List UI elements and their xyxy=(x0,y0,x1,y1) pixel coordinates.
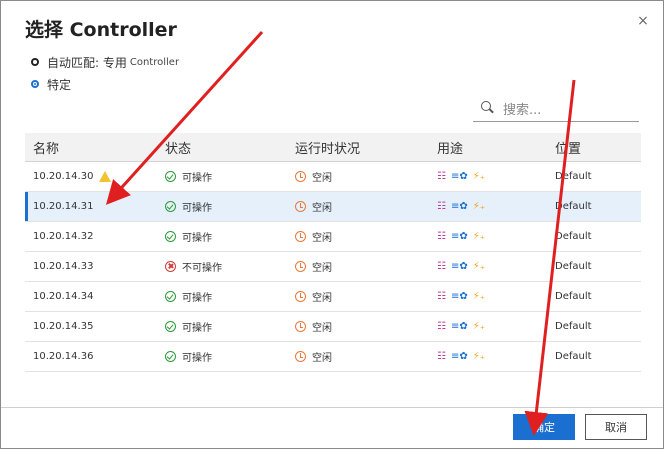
row-location: Default xyxy=(555,171,592,182)
sliders-icon: ☷ xyxy=(437,291,446,302)
idle-clock-icon xyxy=(295,171,306,182)
idle-clock-icon xyxy=(295,201,306,212)
warning-icon xyxy=(99,171,112,182)
radio-unselected-icon xyxy=(31,58,39,66)
row-name: 10.20.14.30 xyxy=(33,171,94,182)
radio-auto-suffix: Controller xyxy=(129,56,180,68)
sliders-icon: ☷ xyxy=(437,261,446,272)
controller-dialog: 选择 Controller × 自动匹配: 专用 Controller 特定 搜… xyxy=(0,0,664,449)
row-name: 10.20.14.35 xyxy=(33,321,94,332)
radio-specific[interactable]: 特定 xyxy=(31,75,71,93)
sliders-icon: ☷ xyxy=(437,321,446,332)
row-status: 可操作 xyxy=(182,323,212,334)
error-status-icon xyxy=(165,261,176,272)
row-runtime: 空闲 xyxy=(312,173,332,184)
ok-status-icon xyxy=(165,351,176,362)
ok-status-icon xyxy=(165,231,176,242)
radio-selected-icon xyxy=(31,80,39,88)
bolt-icon: ⚡₊ xyxy=(472,351,486,362)
ok-status-icon xyxy=(165,201,176,212)
cancel-button[interactable]: 取消 xyxy=(585,414,647,440)
table-row[interactable]: 10.20.14.36 可操作 空闲 ☷ ≡✿ ⚡₊ Default xyxy=(25,342,641,372)
gear-icon: ≡✿ xyxy=(450,171,468,182)
row-runtime: 空闲 xyxy=(312,263,332,274)
row-status: 不可操作 xyxy=(182,263,222,274)
footer-divider xyxy=(1,407,663,408)
row-runtime: 空闲 xyxy=(312,293,332,304)
idle-clock-icon xyxy=(295,231,306,242)
row-name: 10.20.14.33 xyxy=(33,261,94,272)
bolt-icon: ⚡₊ xyxy=(472,291,486,302)
sliders-icon: ☷ xyxy=(437,351,446,362)
row-status: 可操作 xyxy=(182,353,212,364)
gear-icon: ≡✿ xyxy=(450,291,468,302)
row-status: 可操作 xyxy=(182,173,212,184)
column-header-name[interactable]: 名称 xyxy=(25,138,165,157)
idle-clock-icon xyxy=(295,261,306,272)
table-row[interactable]: 10.20.14.32 可操作 空闲 ☷ ≡✿ ⚡₊ Default xyxy=(25,222,641,252)
row-name: 10.20.14.34 xyxy=(33,291,94,302)
radio-auto-match[interactable]: 自动匹配: 专用 Controller xyxy=(31,53,179,71)
table-row[interactable]: 10.20.14.34 可操作 空闲 ☷ ≡✿ ⚡₊ Default xyxy=(25,282,641,312)
table-row[interactable]: 10.20.14.33 不可操作 空闲 ☷ ≡✿ ⚡₊ Default xyxy=(25,252,641,282)
search-placeholder: 搜索... xyxy=(503,102,542,118)
radio-specific-label: 特定 xyxy=(47,77,72,92)
search-input[interactable]: 搜索... xyxy=(473,95,639,122)
row-location: Default xyxy=(555,291,592,302)
bolt-icon: ⚡₊ xyxy=(472,231,486,242)
dialog-title: 选择 Controller xyxy=(25,19,177,41)
row-location: Default xyxy=(555,321,592,332)
row-status: 可操作 xyxy=(182,233,212,244)
table-header: 名称 状态 运行时状况 用途 位置 xyxy=(25,133,641,162)
column-header-runtime[interactable]: 运行时状况 xyxy=(295,138,437,157)
gear-icon: ≡✿ xyxy=(450,261,468,272)
gear-icon: ≡✿ xyxy=(450,321,468,332)
gear-icon: ≡✿ xyxy=(450,231,468,242)
row-runtime: 空闲 xyxy=(312,203,332,214)
gear-icon: ≡✿ xyxy=(450,351,468,362)
idle-clock-icon xyxy=(295,321,306,332)
ok-status-icon xyxy=(165,321,176,332)
bolt-icon: ⚡₊ xyxy=(472,171,486,182)
row-name: 10.20.14.32 xyxy=(33,231,94,242)
column-header-location[interactable]: 位置 xyxy=(555,138,641,157)
radio-auto-label: 自动匹配: 专用 xyxy=(47,55,127,70)
ok-status-icon xyxy=(165,171,176,182)
ok-status-icon xyxy=(165,291,176,302)
idle-clock-icon xyxy=(295,291,306,302)
column-header-usage[interactable]: 用途 xyxy=(437,138,555,157)
row-status: 可操作 xyxy=(182,203,212,214)
sliders-icon: ☷ xyxy=(437,231,446,242)
table-row[interactable]: 10.20.14.31 可操作 空闲 ☷ ≡✿ ⚡₊ Default xyxy=(25,192,641,222)
sliders-icon: ☷ xyxy=(437,201,446,212)
bolt-icon: ⚡₊ xyxy=(472,261,486,272)
row-location: Default xyxy=(555,261,592,272)
controller-table: 名称 状态 运行时状况 用途 位置 10.20.14.30 可操作 空闲 ☷ ≡✿ ⚡₊ D… xyxy=(25,133,641,372)
ok-button[interactable]: 确定 xyxy=(513,414,575,440)
close-icon[interactable]: × xyxy=(635,13,651,29)
row-status: 可操作 xyxy=(182,293,212,304)
table-row[interactable]: 10.20.14.35 可操作 空闲 ☷ ≡✿ ⚡₊ Default xyxy=(25,312,641,342)
row-location: Default xyxy=(555,231,592,242)
bolt-icon: ⚡₊ xyxy=(472,321,486,332)
search-icon xyxy=(479,99,497,117)
row-location: Default xyxy=(555,201,592,212)
row-name: 10.20.14.31 xyxy=(33,201,94,212)
row-location: Default xyxy=(555,351,592,362)
column-header-status[interactable]: 状态 xyxy=(165,138,295,157)
row-runtime: 空闲 xyxy=(312,233,332,244)
row-runtime: 空闲 xyxy=(312,353,332,364)
idle-clock-icon xyxy=(295,351,306,362)
row-name: 10.20.14.36 xyxy=(33,351,94,362)
sliders-icon: ☷ xyxy=(437,171,446,182)
bolt-icon: ⚡₊ xyxy=(472,201,486,212)
gear-icon: ≡✿ xyxy=(450,201,468,212)
table-row[interactable]: 10.20.14.30 可操作 空闲 ☷ ≡✿ ⚡₊ Default xyxy=(25,162,641,192)
row-runtime: 空闲 xyxy=(312,323,332,334)
